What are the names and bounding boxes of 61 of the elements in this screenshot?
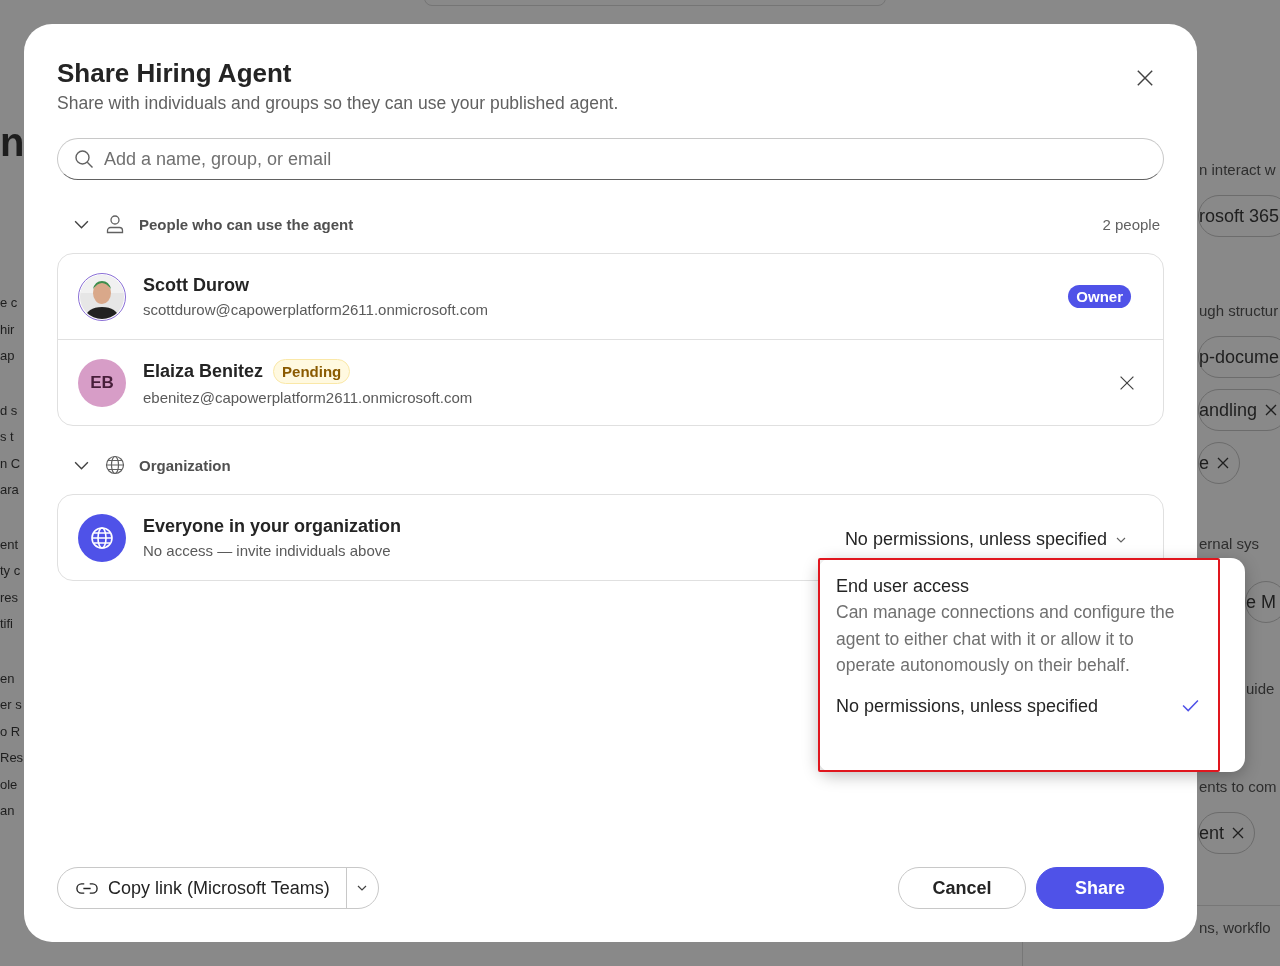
- section-title: People who can use the agent: [139, 215, 354, 233]
- cancel-button[interactable]: Cancel: [898, 867, 1026, 909]
- person-name: Scott Durow: [143, 275, 249, 296]
- page-text: ara: [0, 481, 19, 499]
- dialog-subtitle: Share with individuals and groups so they can use your published agent.: [57, 93, 619, 114]
- person-icon: [105, 214, 125, 234]
- field-label: ugh structur: [1199, 301, 1279, 321]
- field-label: uide: [1246, 679, 1275, 699]
- page-text: en: [0, 669, 15, 688]
- permission-dropdown[interactable]: No permissions, unless specified: [844, 529, 1127, 550]
- section-title: Organization: [139, 456, 231, 474]
- field-label: ernal sys: [1199, 534, 1260, 554]
- page-text: an: [0, 802, 15, 820]
- person-email: scottdurow@capowerplatform2611.onmicrosoft.com: [143, 301, 489, 318]
- page-text: res: [0, 588, 19, 607]
- status-badge: Pending: [273, 359, 351, 384]
- organization-description: No access — invite individuals above: [143, 542, 392, 559]
- close-icon[interactable]: [1265, 404, 1278, 416]
- page-text: ent: [0, 535, 19, 554]
- avatar: EB: [78, 358, 126, 407]
- option-title: End user access: [836, 575, 971, 598]
- page-text: ole: [0, 775, 18, 794]
- close-icon[interactable]: [1217, 457, 1229, 469]
- checkmark-icon: [1182, 699, 1199, 712]
- people-count: 2 people: [1102, 215, 1160, 233]
- person-email: ebenitez@capowerplatform2611.onmicrosoft.com: [143, 389, 473, 406]
- option-title: No permissions, unless specified: [836, 694, 1100, 718]
- field-label: n interact w: [1199, 160, 1276, 180]
- search-field[interactable]: Add a name, group, or email: [57, 138, 1164, 180]
- remove-icon[interactable]: [1119, 374, 1135, 391]
- page-text: n C: [0, 454, 21, 473]
- page-text: hir: [0, 320, 15, 339]
- page-text: er s: [0, 696, 22, 714]
- globe-avatar-icon: [78, 513, 126, 562]
- link-icon: [76, 881, 98, 895]
- page-text: ty c: [0, 562, 21, 580]
- page-text: Res: [0, 749, 24, 767]
- page-text: ap: [0, 347, 15, 365]
- person-name: Elaiza Benitez: [143, 361, 264, 382]
- page-text: e c: [0, 294, 18, 312]
- role-badge: Owner: [1068, 285, 1131, 308]
- close-icon[interactable]: [1232, 827, 1245, 839]
- copy-link-label[interactable]: Copy link (Microsoft Teams): [108, 877, 330, 899]
- field-label: ents to com: [1199, 777, 1277, 797]
- globe-icon: [105, 455, 125, 475]
- organization-name: Everyone in your organization: [143, 516, 402, 537]
- option-description: Can manage connections and configure the agent to either chat with it or allow it to operate autonomously on their behalf.: [836, 601, 1176, 677]
- menu-option[interactable]: End user access Can manage connections and configure the agent to either chat with it or allow it to operate autonomously on their behalf.: [836, 573, 1200, 679]
- page-text: o R: [0, 722, 21, 741]
- field-label: ns, workflo: [1199, 918, 1271, 938]
- page-text: tifi: [0, 615, 13, 633]
- page-text: d s: [0, 401, 18, 420]
- page-heading: n: [0, 119, 25, 166]
- tag-chip[interactable]: p-docume: [1198, 336, 1280, 378]
- dialog-title: Share Hiring Agent: [57, 58, 293, 89]
- tag-chip[interactable]: rosoft 365: [1198, 195, 1280, 237]
- search-icon: [74, 149, 94, 169]
- menu-option[interactable]: No permissions, unless specified: [836, 692, 1200, 719]
- page-text: s t: [0, 428, 14, 446]
- share-button[interactable]: Share: [1036, 867, 1164, 909]
- close-icon[interactable]: [1136, 69, 1154, 87]
